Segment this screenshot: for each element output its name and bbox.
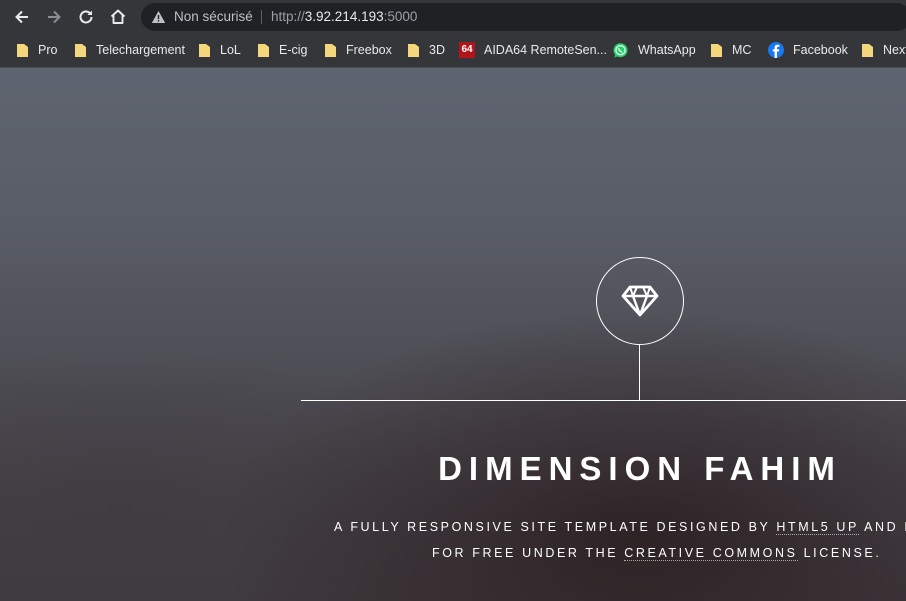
bookmark-3d[interactable]: 3D bbox=[407, 40, 445, 60]
page-title: DIMENSION FAHIM bbox=[438, 450, 842, 487]
bookmark-freebox[interactable]: Freebox bbox=[324, 40, 392, 60]
bookmark-label: Telechargement bbox=[96, 43, 185, 57]
folder-icon bbox=[198, 43, 211, 58]
bookmark-label: Next bbox=[883, 43, 906, 57]
folder-icon bbox=[74, 43, 87, 58]
back-arrow-icon bbox=[15, 10, 28, 24]
folder-icon bbox=[407, 43, 420, 58]
folder-icon bbox=[324, 43, 337, 58]
description-line-2: for free under the Creative Commons lice… bbox=[334, 540, 906, 566]
warning-icon[interactable] bbox=[151, 10, 166, 24]
description-text: license. bbox=[797, 546, 882, 560]
html5up-link[interactable]: HTML5 UP bbox=[776, 520, 859, 535]
bookmark-label: LoL bbox=[220, 43, 241, 57]
content-top-border bbox=[301, 400, 906, 401]
bookmark-lol[interactable]: LoL bbox=[198, 40, 241, 60]
creative-commons-link[interactable]: Creative Commons bbox=[624, 546, 798, 561]
bookmark-aida64[interactable]: 64 AIDA64 RemoteSen... bbox=[459, 40, 607, 60]
facebook-icon bbox=[768, 42, 784, 58]
back-button[interactable] bbox=[9, 5, 35, 29]
bookmark-next[interactable]: Next bbox=[861, 40, 906, 60]
diamond-icon bbox=[621, 285, 659, 317]
bookmarks-bar: Pro Telechargement LoL E-cig Freebox 3D … bbox=[0, 34, 906, 68]
bookmark-label: 3D bbox=[429, 43, 445, 57]
aida64-badge: 64 bbox=[459, 42, 475, 58]
bookmark-label: Facebook bbox=[793, 43, 848, 57]
address-bar[interactable]: Non sécurisé http://3.92.214.193:5000 bbox=[141, 3, 906, 31]
reload-icon bbox=[79, 10, 93, 24]
bookmark-telechargement[interactable]: Telechargement bbox=[74, 40, 185, 60]
url-scheme: http:// bbox=[271, 9, 305, 24]
bookmark-label: E-cig bbox=[279, 43, 308, 57]
omnibox-separator bbox=[261, 10, 262, 24]
bookmark-pro[interactable]: Pro bbox=[16, 40, 57, 60]
bookmark-facebook[interactable]: Facebook bbox=[768, 40, 848, 60]
site-logo bbox=[596, 257, 684, 345]
browser-toolbar: Non sécurisé http://3.92.214.193:5000 bbox=[0, 0, 906, 34]
description-line-1: A fully responsive site template designe… bbox=[334, 514, 906, 540]
reload-button[interactable] bbox=[73, 5, 99, 29]
folder-icon bbox=[16, 43, 29, 58]
security-label[interactable]: Non sécurisé bbox=[174, 9, 253, 24]
description-text: and released bbox=[864, 520, 906, 534]
bookmark-label: Freebox bbox=[346, 43, 392, 57]
url-port: :5000 bbox=[383, 9, 418, 24]
url-text[interactable]: http://3.92.214.193:5000 bbox=[271, 9, 417, 24]
home-icon bbox=[110, 9, 126, 24]
bookmark-e-cig[interactable]: E-cig bbox=[257, 40, 307, 60]
home-button[interactable] bbox=[105, 5, 131, 29]
bookmark-whatsapp[interactable]: WhatsApp bbox=[612, 40, 696, 60]
folder-icon bbox=[710, 43, 723, 58]
bookmark-label: Pro bbox=[38, 43, 58, 57]
description-text: for free under the bbox=[432, 546, 625, 560]
folder-icon bbox=[861, 43, 874, 58]
description-text: A fully responsive site template designe… bbox=[334, 520, 777, 534]
bookmark-mc[interactable]: MC bbox=[710, 40, 751, 60]
bookmark-label: AIDA64 RemoteSen... bbox=[484, 43, 607, 57]
aida64-icon: 64 bbox=[459, 42, 475, 58]
forward-arrow-icon bbox=[48, 10, 61, 24]
bookmark-label: WhatsApp bbox=[638, 43, 696, 57]
folder-icon bbox=[257, 43, 270, 58]
whatsapp-icon bbox=[612, 42, 629, 59]
header-connector-line bbox=[639, 344, 640, 400]
bookmark-label: MC bbox=[732, 43, 752, 57]
url-host: 3.92.214.193 bbox=[304, 9, 384, 24]
forward-button[interactable] bbox=[41, 5, 67, 29]
page-viewport: DIMENSION FAHIM A fully responsive site … bbox=[0, 68, 906, 601]
page-description: A fully responsive site template designe… bbox=[334, 514, 906, 566]
